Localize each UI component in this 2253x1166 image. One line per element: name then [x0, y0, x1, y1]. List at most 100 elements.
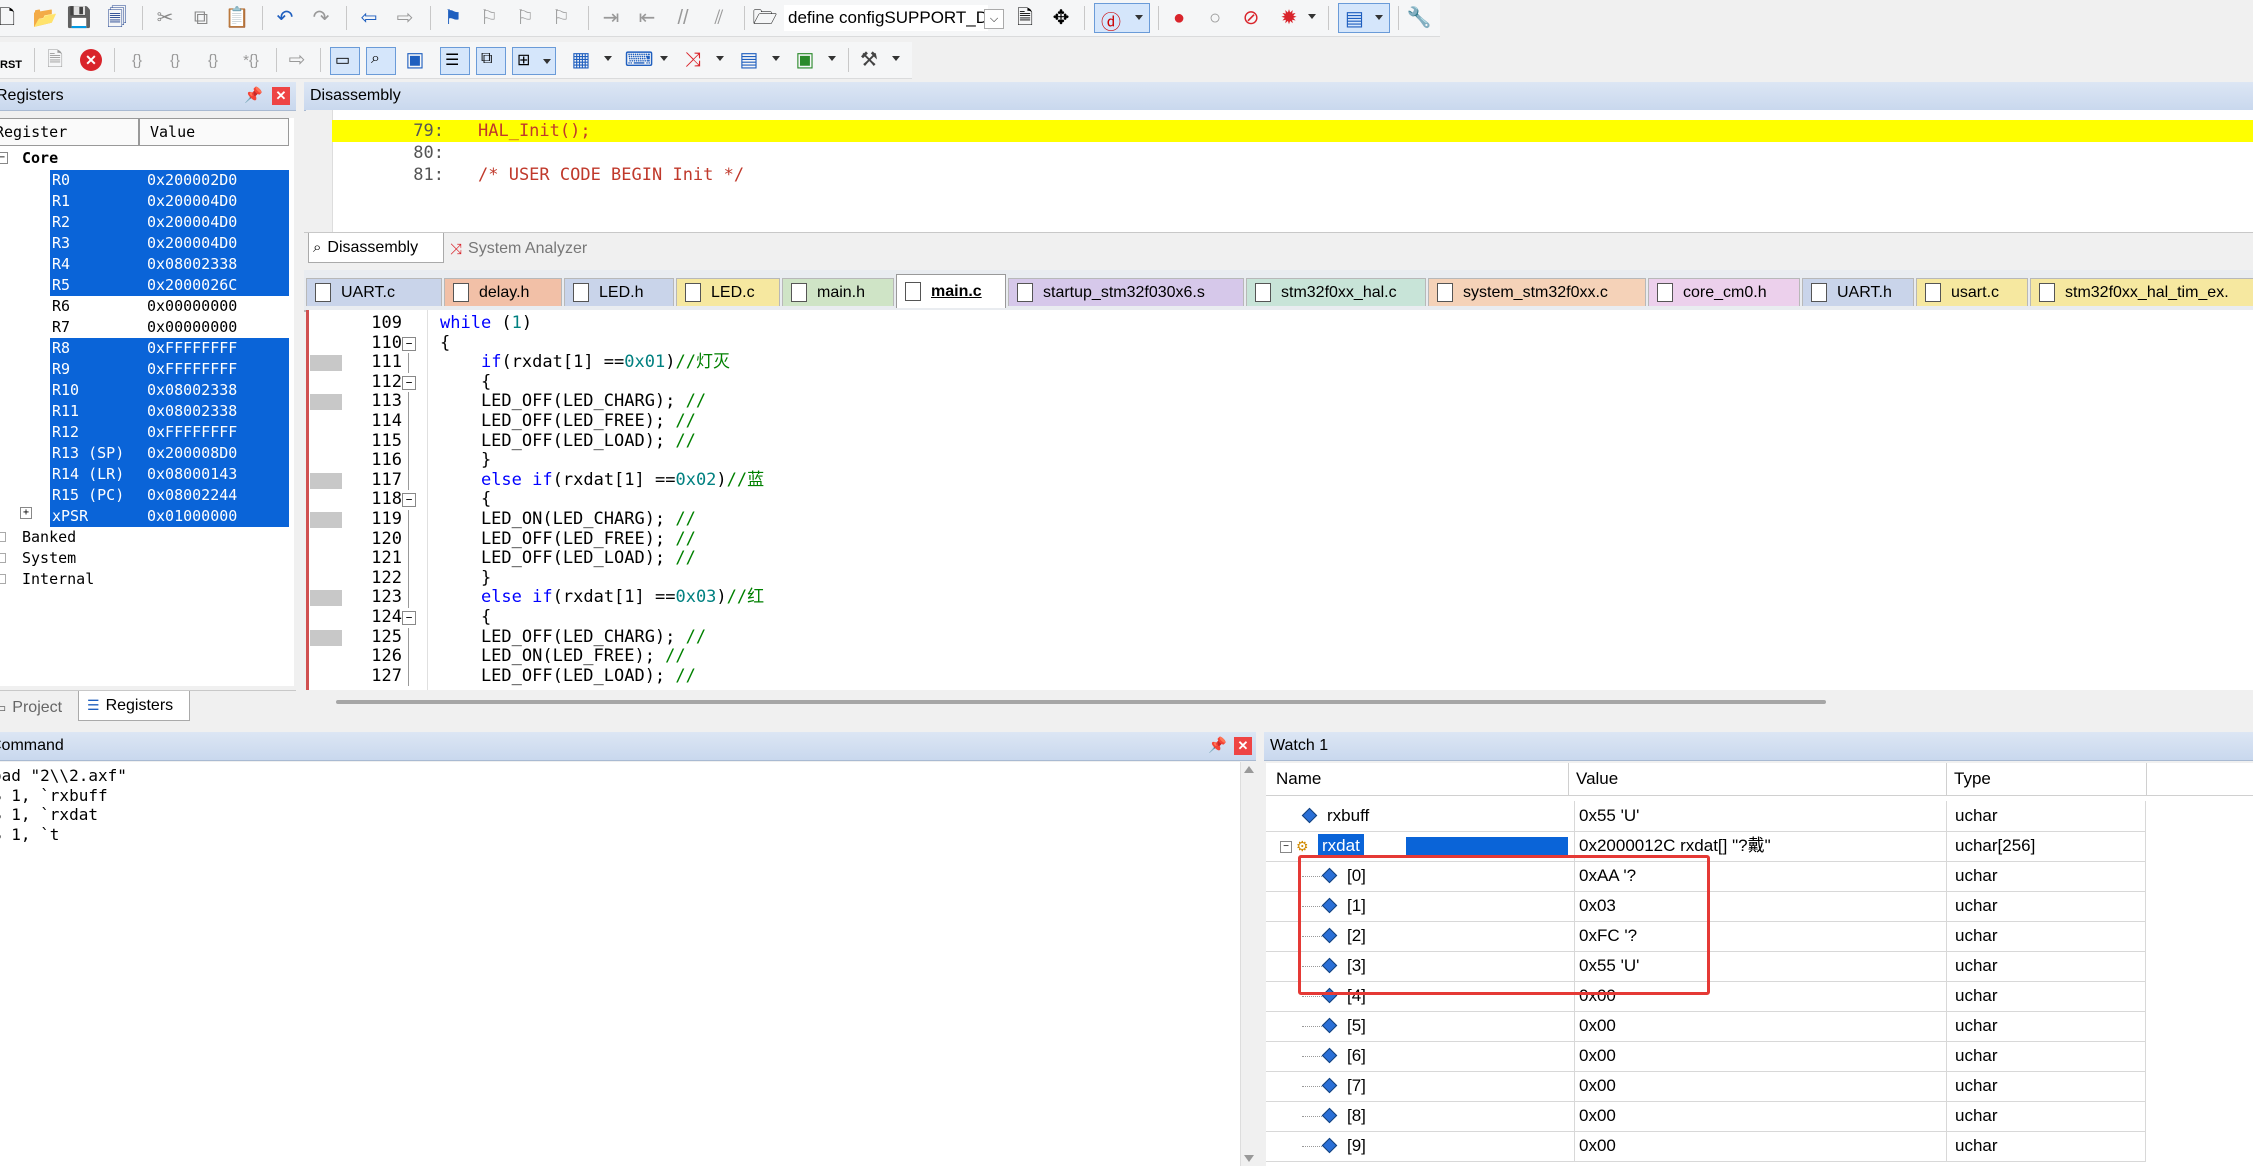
- file-tab[interactable]: UART.h: [1802, 278, 1914, 306]
- register-name[interactable]: R9: [50, 359, 139, 380]
- command-window-toggle[interactable]: ▭: [330, 47, 360, 75]
- register-name[interactable]: R2: [50, 212, 139, 233]
- register-name[interactable]: R13 (SP): [50, 443, 139, 464]
- analysis-window-icon[interactable]: ⤨: [680, 47, 706, 73]
- register-value[interactable]: 0x00000000: [139, 317, 289, 338]
- save-all-icon[interactable]: 🗐: [104, 5, 130, 31]
- disassembly-window-toggle[interactable]: ⌕: [366, 47, 396, 75]
- register-column-header[interactable]: Register: [0, 118, 139, 146]
- breakpoint-marker[interactable]: [310, 355, 342, 372]
- open-folder-icon[interactable]: 📂: [32, 5, 58, 31]
- register-value[interactable]: 0x08000143: [139, 464, 289, 485]
- register-value[interactable]: 0x2000026C: [139, 275, 289, 296]
- register-name[interactable]: R11: [50, 401, 139, 422]
- nav-back-icon[interactable]: ⇦: [356, 5, 382, 31]
- register-value[interactable]: 0xFFFFFFFF: [139, 422, 289, 443]
- code-line[interactable]: LED_OFF(LED_LOAD); //: [440, 666, 696, 687]
- register-name[interactable]: R3: [50, 233, 139, 254]
- register-value[interactable]: 0x01000000: [139, 506, 289, 527]
- file-tab[interactable]: LED.c: [676, 278, 780, 306]
- register-name[interactable]: R7: [50, 317, 139, 338]
- tab-registers[interactable]: ☰ Registers: [78, 691, 190, 721]
- stop-icon[interactable]: ✕: [78, 47, 104, 73]
- chevron-down-icon[interactable]: [1308, 14, 1316, 19]
- register-value[interactable]: 0x08002338: [139, 401, 289, 422]
- chevron-down-icon[interactable]: [828, 56, 836, 61]
- type-column-header[interactable]: Type: [1954, 763, 1991, 795]
- undo-icon[interactable]: ↶: [272, 5, 298, 31]
- show-next-statement-icon[interactable]: ⇨: [284, 47, 310, 73]
- debug-session-button[interactable]: ⓓ: [1094, 3, 1150, 34]
- tab-disassembly[interactable]: ⌕ Disassembly: [308, 233, 444, 263]
- breakpoint-marker[interactable]: [310, 629, 342, 646]
- watch-value-cell[interactable]: 0x00: [1574, 1131, 1944, 1161]
- tab-project[interactable]: ▭ Project: [0, 695, 70, 721]
- editor-hscroll-track[interactable]: [336, 700, 1826, 704]
- step-into-icon[interactable]: {}: [124, 47, 150, 73]
- pin-icon[interactable]: 📌: [244, 86, 263, 104]
- breakpoint-marker[interactable]: [310, 394, 342, 411]
- code-line[interactable]: LED_OFF(LED_FREE); //: [440, 411, 696, 432]
- watch-row[interactable]: [7] 0x00 uchar: [1266, 1071, 2146, 1102]
- name-column-header[interactable]: Name: [1276, 763, 1321, 795]
- tree-expand-icon[interactable]: [0, 553, 6, 563]
- find-text-combo[interactable]: define configSUPPORT_D: [784, 5, 988, 31]
- tree-collapse-icon[interactable]: −: [1280, 841, 1292, 853]
- close-icon[interactable]: ✕: [272, 87, 290, 105]
- register-value[interactable]: 0x200008D0: [139, 443, 289, 464]
- register-value[interactable]: 0xFFFFFFFF: [139, 359, 289, 380]
- register-name[interactable]: R15 (PC): [50, 485, 139, 506]
- disassembly-line[interactable]: 81: /* USER CODE BEGIN Init */: [332, 164, 2253, 186]
- watch-row[interactable]: rxbuff 0x55 'U' uchar: [1266, 801, 2146, 832]
- watch-row[interactable]: [6] 0x00 uchar: [1266, 1041, 2146, 1072]
- code-line[interactable]: else if(rxdat[1] ==0x03)//红: [440, 588, 764, 608]
- tree-expand-icon[interactable]: [0, 532, 6, 542]
- chevron-down-icon[interactable]: [892, 56, 900, 61]
- find-combo-dropdown[interactable]: ⌵: [984, 9, 1004, 29]
- uncomment-icon[interactable]: ⫽: [706, 5, 732, 31]
- code-line[interactable]: LED_OFF(LED_LOAD); //: [440, 548, 696, 569]
- unindent-icon[interactable]: ⇤: [634, 5, 660, 31]
- paste-icon[interactable]: 📋: [224, 5, 250, 31]
- register-name[interactable]: xPSR: [50, 506, 139, 527]
- fold-toggle-icon[interactable]: −: [402, 493, 416, 508]
- register-name[interactable]: R12: [50, 422, 139, 443]
- toolbox-icon[interactable]: ⚒: [856, 47, 882, 73]
- register-value[interactable]: 0x00000000: [139, 296, 289, 317]
- serial-window-icon[interactable]: ⌨: [625, 47, 654, 73]
- trace-window-icon[interactable]: ▤: [736, 47, 762, 73]
- chevron-down-icon[interactable]: [716, 56, 724, 61]
- save-icon[interactable]: 💾: [66, 5, 92, 31]
- code-line[interactable]: {: [440, 333, 450, 354]
- code-line[interactable]: LED_OFF(LED_CHARG); //: [440, 392, 706, 412]
- command-output[interactable]: oad "2\\2.axf"S 1, `rxbuffS 1, `rxdatS 1…: [0, 762, 1240, 1166]
- disassembly-view[interactable]: 79: HAL_Init(); 80: 81: /* USER CODE BEGIN I…: [306, 110, 2253, 232]
- redo-icon[interactable]: ↷: [308, 5, 334, 31]
- register-value[interactable]: 0x08002244: [139, 485, 289, 506]
- step-over-icon[interactable]: {}: [162, 47, 188, 73]
- chevron-down-icon[interactable]: [660, 56, 668, 61]
- code-line[interactable]: {: [440, 490, 491, 510]
- registers-window-toggle[interactable]: ☰: [440, 47, 470, 75]
- code-line[interactable]: LED_OFF(LED_FREE); //: [440, 529, 696, 550]
- symbols-window-icon[interactable]: ▣: [402, 47, 428, 73]
- window-layout-button[interactable]: ▤: [1338, 3, 1390, 33]
- new-file-icon[interactable]: 🗋: [0, 5, 20, 31]
- fold-toggle-icon[interactable]: −: [402, 611, 416, 625]
- file-tab[interactable]: UART.c: [306, 278, 442, 306]
- file-tab[interactable]: stm32f0xx_hal_tim_ex.: [2030, 278, 2253, 306]
- watch-value-cell[interactable]: 0x00: [1574, 1011, 1944, 1041]
- value-column-header[interactable]: Value: [1576, 763, 1618, 795]
- breakpoint-insert-icon[interactable]: ●: [1166, 5, 1192, 31]
- bookmark-prev-icon[interactable]: ⚐: [476, 5, 502, 31]
- configure-icon[interactable]: 🔧: [1406, 5, 1432, 31]
- copy-icon[interactable]: ⧉: [188, 5, 214, 31]
- code-line[interactable]: LED_OFF(LED_LOAD); //: [440, 431, 696, 452]
- watch-window-toggle[interactable]: ⊞: [512, 47, 556, 75]
- tree-expand-xpsr[interactable]: +: [20, 507, 32, 519]
- replace-icon[interactable]: ✥: [1048, 5, 1074, 31]
- register-value[interactable]: 0x08002338: [139, 380, 289, 401]
- indent-icon[interactable]: ⇥: [598, 5, 624, 31]
- watch-value-cell[interactable]: 0x55 'U': [1574, 801, 1944, 831]
- breakpoint-marker[interactable]: [310, 590, 342, 607]
